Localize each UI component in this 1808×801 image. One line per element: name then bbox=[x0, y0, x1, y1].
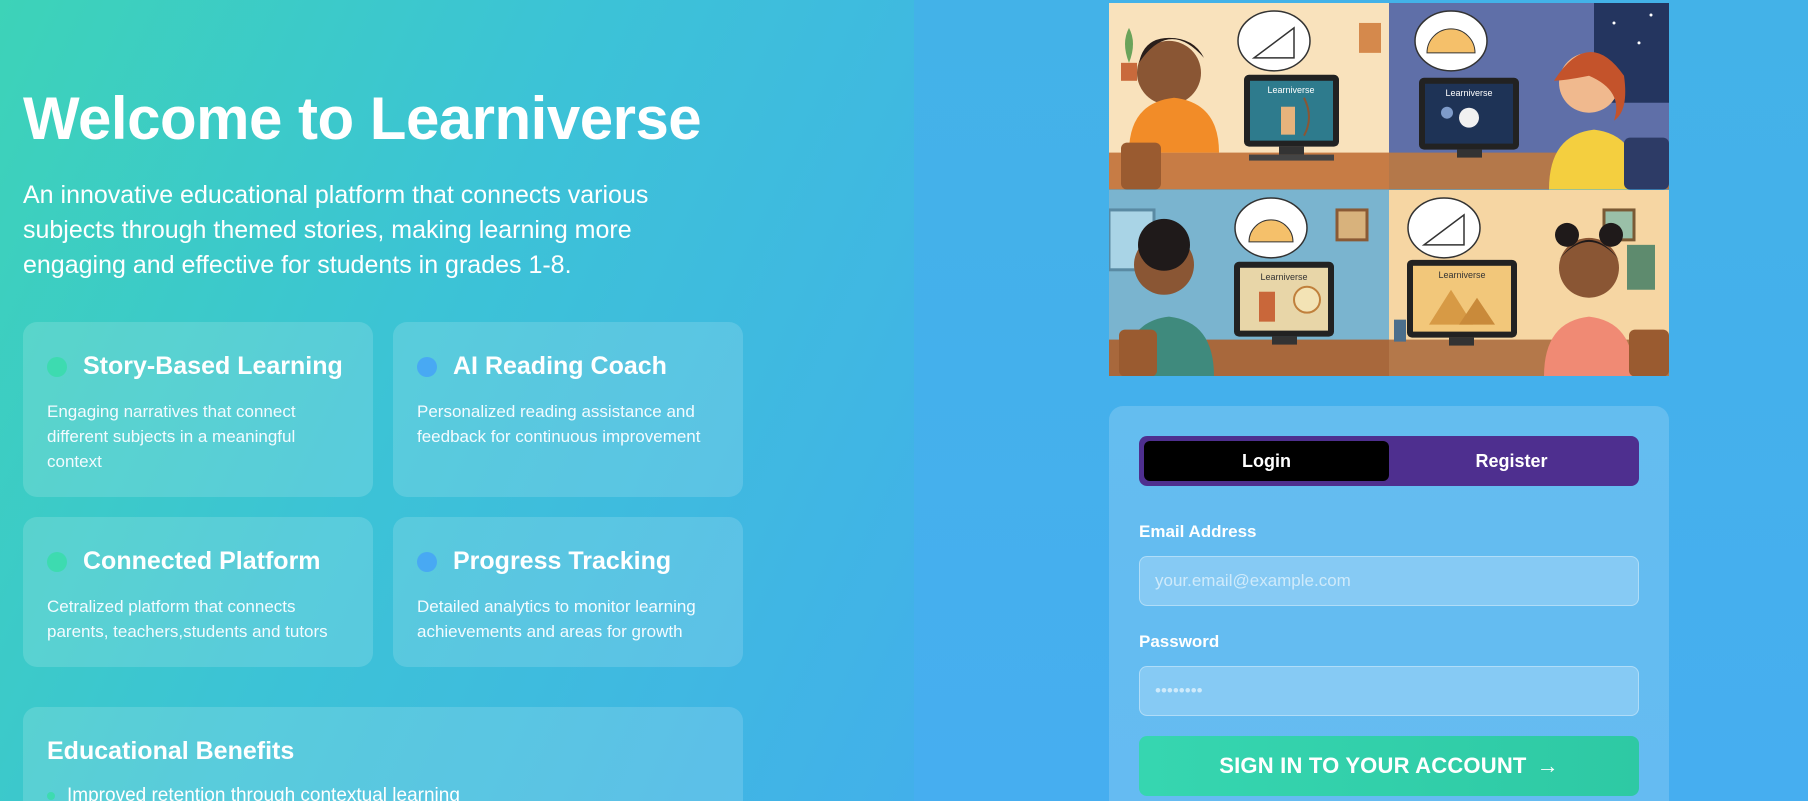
password-label: Password bbox=[1139, 632, 1220, 651]
screen-label: Learniverse bbox=[1261, 271, 1308, 281]
feature-text: Personalized reading assistance and feed… bbox=[417, 402, 701, 446]
feature-text: Cetralized platform that connects parent… bbox=[47, 597, 328, 641]
hero-illustration: Learniverse Learniverse Learniverse Lear… bbox=[1109, 3, 1669, 376]
illustration-panel-compass: Learniverse bbox=[1109, 189, 1389, 376]
sign-in-button[interactable]: SIGN IN TO YOUR ACCOUNT → bbox=[1139, 736, 1639, 796]
feature-text: Detailed analytics to monitor learning a… bbox=[417, 597, 696, 641]
feature-card-ai-reading-coach: AI Reading Coach Personalized reading as… bbox=[393, 322, 743, 497]
bullet-icon bbox=[47, 792, 55, 800]
feature-title: Progress Tracking bbox=[453, 547, 672, 575]
sign-in-label: SIGN IN TO YOUR ACCOUNT bbox=[1219, 753, 1527, 778]
benefit-text: Improved retention through contextual le… bbox=[67, 785, 460, 801]
email-field[interactable] bbox=[1139, 556, 1639, 606]
feature-dot-icon bbox=[47, 356, 67, 377]
benefit-item: Improved retention through contextual le… bbox=[47, 785, 460, 801]
hero-description: An innovative educational platform that … bbox=[23, 181, 649, 279]
illustration-panel-pyramids: Learniverse bbox=[1389, 189, 1669, 376]
screen-label: Learniverse bbox=[1446, 88, 1493, 98]
tab-login[interactable]: Login bbox=[1144, 441, 1389, 481]
feature-card-connected-platform: Connected Platform Cetralized platform t… bbox=[23, 517, 373, 667]
feature-dot-icon bbox=[47, 551, 67, 572]
feature-dot-icon bbox=[417, 551, 437, 572]
login-card: Login Register SIGN IN TO YOUR ACCOUNT → bbox=[1109, 406, 1669, 801]
feature-card-progress-tracking: Progress Tracking Detailed analytics to … bbox=[393, 517, 743, 667]
illustration-panel-astronaut: Learniverse bbox=[1389, 3, 1669, 190]
arrow-right-icon: → bbox=[1536, 753, 1559, 778]
auth-tabs: Login Register bbox=[1139, 436, 1639, 486]
feature-title: Connected Platform bbox=[83, 547, 321, 575]
page-title: Welcome to Learniverse bbox=[23, 85, 702, 152]
screen-label: Learniverse bbox=[1439, 269, 1486, 279]
feature-dot-icon bbox=[417, 356, 437, 377]
screen-label: Learniverse bbox=[1268, 85, 1315, 95]
benefits-title: Educational Benefits bbox=[47, 737, 295, 765]
feature-title: AI Reading Coach bbox=[453, 352, 667, 380]
feature-text: Engaging narratives that connect differe… bbox=[47, 402, 296, 471]
feature-card-story-based-learning: Story-Based Learning Engaging narratives… bbox=[23, 322, 373, 497]
educational-benefits-card: Educational Benefits Improved retention … bbox=[23, 707, 743, 801]
illustration-panel-archer: Learniverse bbox=[1109, 3, 1389, 190]
email-label: Email Address bbox=[1139, 522, 1257, 541]
feature-title: Story-Based Learning bbox=[83, 352, 343, 380]
tab-register[interactable]: Register bbox=[1389, 441, 1634, 481]
intro-panel: Welcome to Learniverse An innovative edu… bbox=[0, 0, 914, 801]
password-field[interactable] bbox=[1139, 666, 1639, 716]
